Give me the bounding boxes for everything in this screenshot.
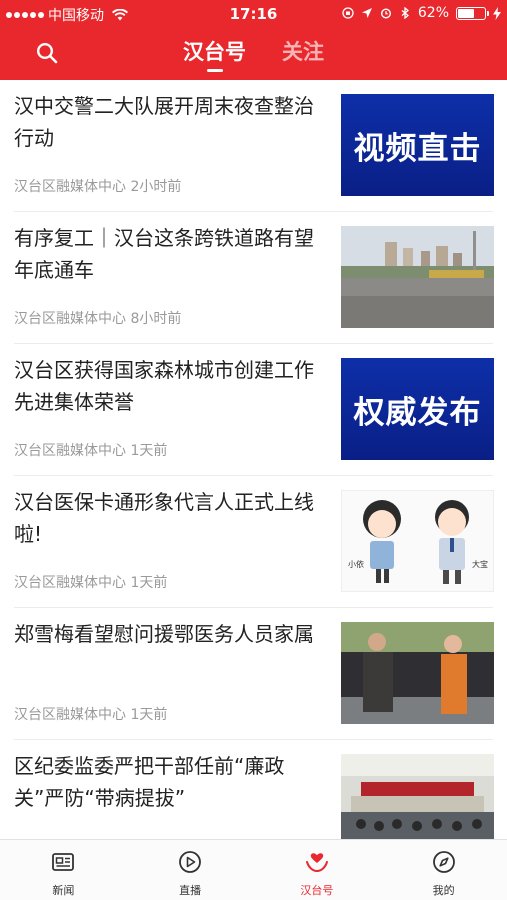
orientation-lock-icon (342, 7, 354, 19)
news-thumbnail (341, 226, 494, 328)
news-meta: 汉台区融媒体中心 2小时前 (14, 176, 181, 196)
news-thumbnail (341, 622, 494, 724)
news-title: 有序复工｜汉台这条跨铁道路有望年底通车 (14, 226, 314, 282)
news-thumbnail: 小依 大宝 (341, 490, 494, 592)
compass-icon (432, 851, 455, 873)
news-time: 2小时前 (130, 179, 182, 195)
news-item[interactable]: 有序复工｜汉台这条跨铁道路有望年底通车 汉台区融媒体中心 8小时前 (0, 212, 507, 344)
news-thumbnail: 权威发布 (341, 358, 494, 460)
news-item[interactable]: 汉台医保卡通形象代言人正式上线啦! 汉台区融媒体中心 1天前 小依 大宝 (0, 476, 507, 608)
news-meta: 汉台区融媒体中心 8小时前 (14, 308, 181, 328)
news-source: 汉台区融媒体中心 (14, 179, 126, 195)
news-title: 郑雪梅看望慰问援鄂医务人员家属 (14, 622, 314, 646)
battery-percent: 62% (417, 5, 449, 21)
news-time: 1天前 (130, 707, 168, 723)
play-circle-icon (179, 851, 202, 873)
tab-hantai-hao[interactable]: 汉台号 (183, 36, 246, 72)
meeting-photo (341, 754, 494, 839)
heart-hands-icon (305, 853, 328, 873)
news-meta: 汉台区融媒体中心 1天前 (14, 440, 167, 460)
mascot-label-xiaoyi: 小依 (348, 560, 364, 569)
news-item[interactable]: 汉中交警二大队展开周末夜查整治行动 汉台区融媒体中心 2小时前 视频直击 (0, 80, 507, 212)
bottom-tab-bar: 新闻 直播 汉台号 我的 (0, 839, 507, 900)
tabbar-item-hantai-hao[interactable]: 汉台号 (254, 840, 381, 900)
cartoon-mascots-image (363, 500, 469, 584)
tabbar-label: 新闻 (52, 884, 75, 897)
battery-icon (456, 6, 489, 20)
news-thumbnail (341, 754, 494, 839)
news-item[interactable]: 郑雪梅看望慰问援鄂医务人员家属 汉台区融媒体中心 1天前 (0, 608, 507, 740)
top-bar: 中国移动 17:16 62% 汉台号 关注 (0, 0, 507, 80)
tabbar-item-live[interactable]: 直播 (127, 840, 254, 900)
newspaper-icon (52, 853, 75, 871)
news-source: 汉台区融媒体中心 (14, 311, 126, 327)
bluetooth-icon (401, 7, 409, 19)
news-title: 汉台医保卡通形象代言人正式上线啦! (14, 490, 314, 546)
news-time: 8小时前 (130, 311, 182, 327)
news-title: 汉中交警二大队展开周末夜查整治行动 (14, 94, 314, 150)
news-title: 汉台区获得国家森林城市创建工作先进集体荣誉 (14, 358, 314, 414)
tab-follow[interactable]: 关注 (282, 36, 324, 70)
news-source: 汉台区融媒体中心 (14, 575, 126, 591)
tabbar-item-news[interactable]: 新闻 (0, 840, 127, 900)
news-time: 1天前 (130, 575, 168, 591)
mascot-label-dabao: 大宝 (472, 560, 488, 569)
status-bar: 中国移动 17:16 62% (0, 0, 507, 28)
news-item[interactable]: 汉台区获得国家森林城市创建工作先进集体荣誉 汉台区融媒体中心 1天前 权威发布 (0, 344, 507, 476)
thumbnail-banner-text: 权威发布 (341, 358, 494, 460)
alarm-icon (380, 8, 391, 19)
news-feed: 汉中交警二大队展开周末夜查整治行动 汉台区融媒体中心 2小时前 视频直击 有序复… (0, 80, 507, 839)
news-source: 汉台区融媒体中心 (14, 707, 126, 723)
charging-icon (493, 6, 501, 20)
header-tabs: 汉台号 关注 (0, 36, 507, 72)
thumbnail-banner-text: 视频直击 (341, 94, 494, 196)
tabbar-label: 直播 (179, 884, 202, 897)
header-nav: 汉台号 关注 (0, 28, 507, 80)
news-meta: 汉台区融媒体中心 1天前 (14, 572, 167, 592)
news-thumbnail: 视频直击 (341, 94, 494, 196)
news-title: 区纪委监委严把干部任前“廉政关”严防“带病提拔” (14, 754, 285, 810)
people-photo (341, 622, 494, 724)
news-source: 汉台区融媒体中心 (14, 443, 126, 459)
news-time: 1天前 (130, 443, 168, 459)
buildings-photo (341, 226, 494, 328)
tabbar-item-mine[interactable]: 我的 (380, 840, 507, 900)
status-right: 62% (342, 5, 501, 21)
tabbar-label: 我的 (432, 884, 455, 897)
tabbar-label: 汉台号 (300, 884, 334, 897)
news-meta: 汉台区融媒体中心 1天前 (14, 704, 167, 724)
location-icon (361, 8, 372, 18)
news-item[interactable]: 区纪委监委严把干部任前“廉政关”严防“带病提拔” (0, 740, 507, 839)
